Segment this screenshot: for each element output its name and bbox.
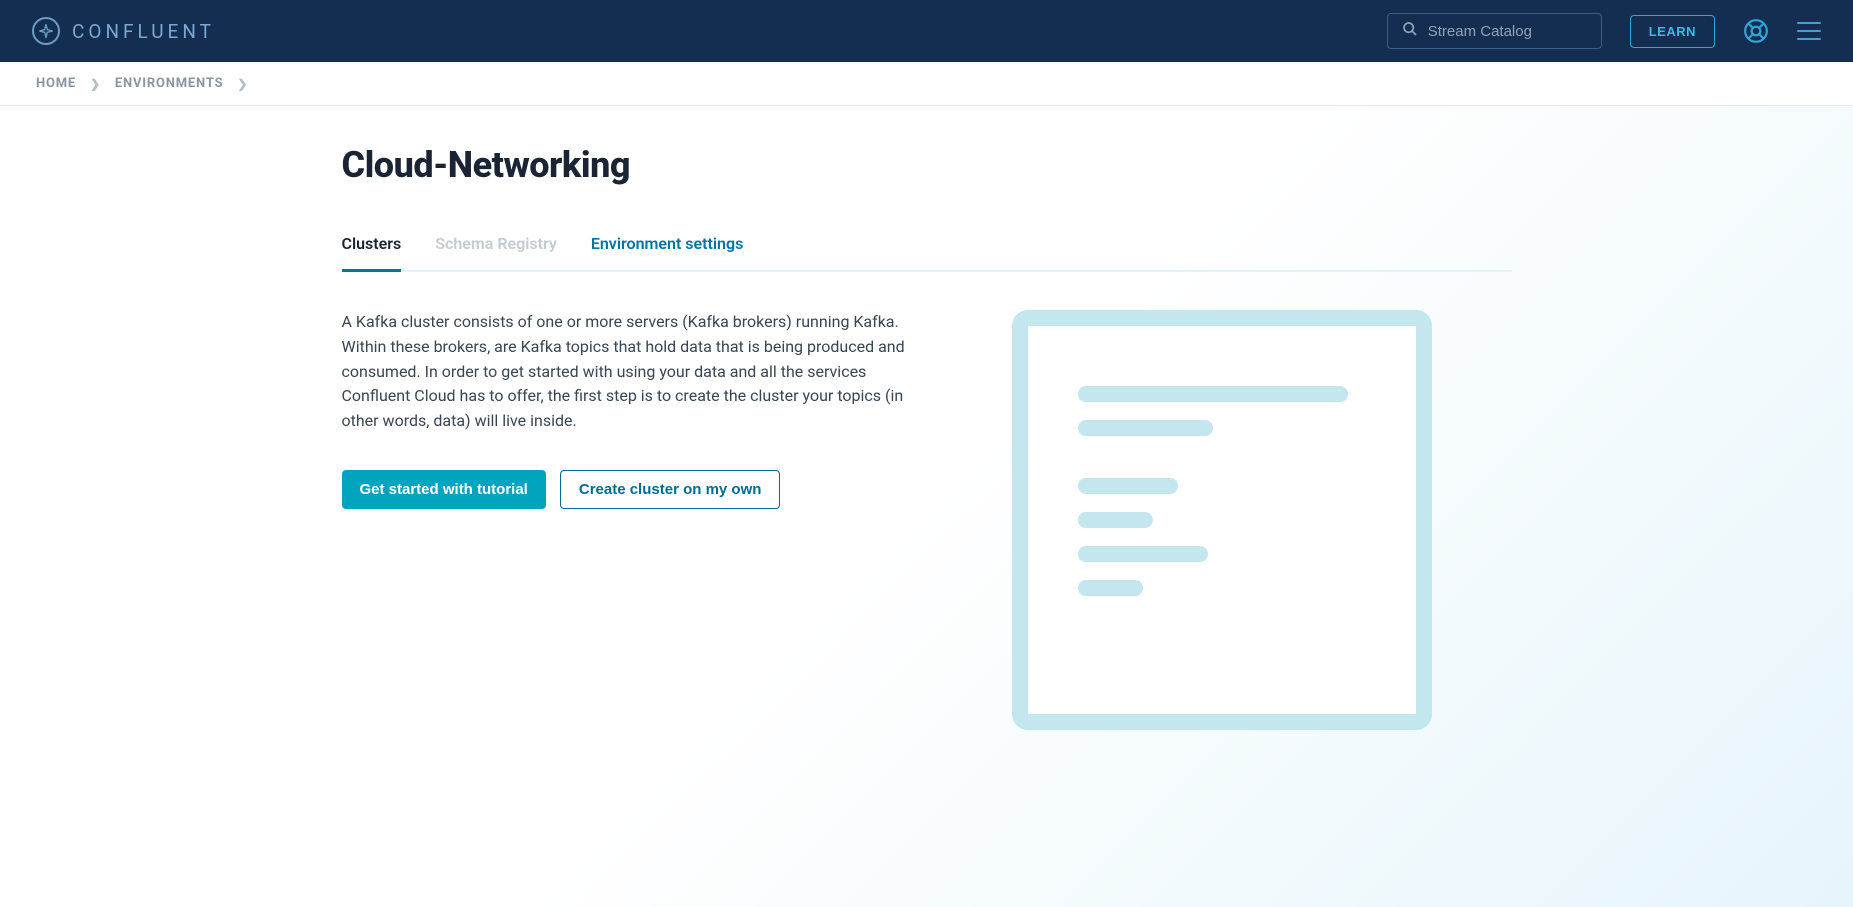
button-row: Get started with tutorial Create cluster…	[342, 470, 932, 509]
chevron-right-icon: ❯	[90, 77, 101, 91]
tab-schema-registry: Schema Registry	[435, 234, 557, 272]
app-header: CONFLUENT LEARN	[0, 0, 1853, 62]
logo-text: CONFLUENT	[72, 20, 215, 43]
menu-icon[interactable]	[1797, 22, 1821, 40]
breadcrumb-environments[interactable]: ENVIRONMENTS	[115, 76, 223, 91]
breadcrumb: HOME ❯ ENVIRONMENTS ❯	[0, 62, 1853, 106]
logo[interactable]: CONFLUENT	[32, 17, 215, 45]
content-text: A Kafka cluster consists of one or more …	[342, 310, 932, 509]
search-box[interactable]	[1387, 13, 1602, 49]
search-icon	[1402, 21, 1418, 41]
chevron-right-icon: ❯	[237, 77, 248, 91]
content-body: A Kafka cluster consists of one or more …	[342, 310, 1512, 730]
logo-icon	[32, 17, 60, 45]
tab-clusters[interactable]: Clusters	[342, 234, 402, 272]
help-icon[interactable]	[1743, 18, 1769, 44]
header-actions: LEARN	[1387, 13, 1821, 49]
page-title: Cloud-Networking	[342, 144, 1512, 186]
learn-button[interactable]: LEARN	[1630, 15, 1715, 48]
document-illustration	[1012, 310, 1432, 730]
main-content: Cloud-Networking Clusters Schema Registr…	[0, 106, 1853, 907]
tabs: Clusters Schema Registry Environment set…	[342, 234, 1512, 272]
tab-environment-settings[interactable]: Environment settings	[591, 234, 743, 272]
search-input[interactable]	[1428, 23, 1587, 40]
get-started-button[interactable]: Get started with tutorial	[342, 470, 546, 509]
breadcrumb-home[interactable]: HOME	[36, 76, 76, 91]
create-cluster-button[interactable]: Create cluster on my own	[560, 470, 781, 509]
description-text: A Kafka cluster consists of one or more …	[342, 310, 932, 434]
